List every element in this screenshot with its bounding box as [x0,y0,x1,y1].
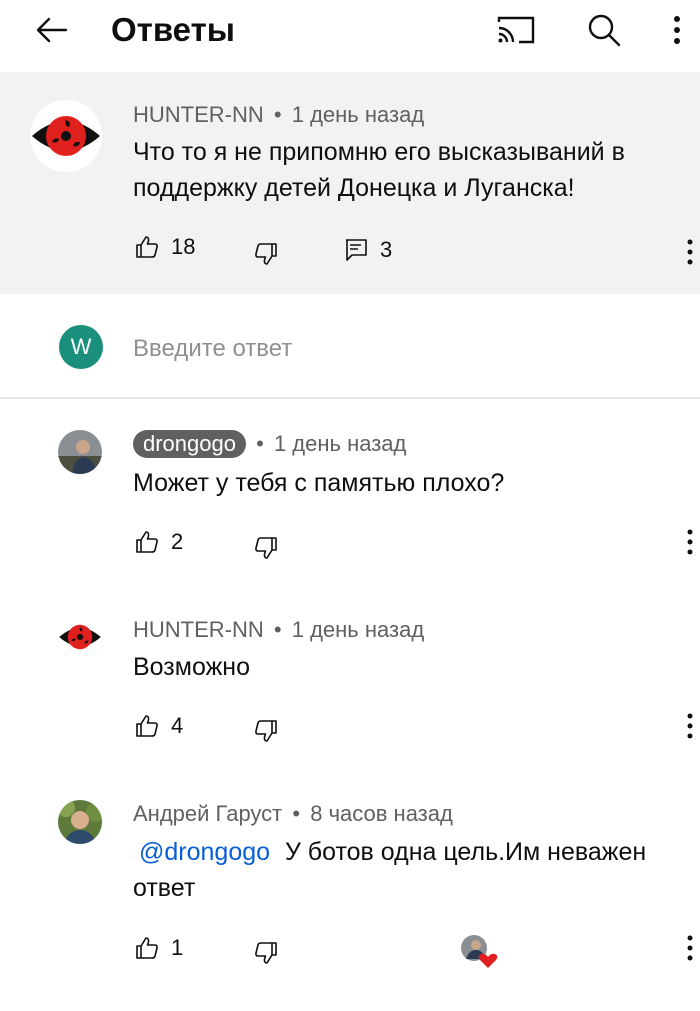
user-photo-icon [58,800,102,844]
avatar[interactable] [30,100,102,172]
page-title: Ответы [111,11,235,48]
comment-meta: HUNTER-NN • 1 день назад [133,101,424,129]
timestamp: 1 день назад [273,431,407,456]
more-vert-icon [687,529,693,555]
timestamp: 8 часов назад [310,801,453,826]
dislike-button[interactable] [254,719,278,743]
author-name[interactable]: Андрей Гаруст [133,801,282,826]
meta-separator: • [273,617,282,642]
comment-text: Может у тебя с памятью плохо? [133,469,505,497]
sharingan-avatar-icon [30,100,102,172]
thumbs-up-icon [136,236,158,258]
thumbs-up-icon [136,531,158,553]
dislike-button[interactable] [254,941,278,965]
comment-menu-button[interactable] [678,234,700,270]
author-name[interactable]: HUNTER-NN [133,617,264,642]
reply-count: 3 [380,237,393,262]
reply-item: drongogo • 1 день назад Может у тебя с п… [0,400,700,588]
timestamp: 1 день назад [291,617,425,642]
thumbs-down-icon [255,720,277,742]
dislike-button[interactable] [254,242,278,266]
thumbs-down-icon [255,942,277,964]
avatar[interactable] [58,430,102,474]
comment-text: @drongogo У ботов одна цель.Им неважен о… [133,834,693,906]
more-vert-icon [687,239,693,265]
cast-icon [497,16,535,44]
back-arrow-icon [36,17,68,43]
comment-meta: HUNTER-NN • 1 день назад [133,616,424,644]
avatar[interactable] [58,615,102,659]
meta-separator: • [292,801,301,826]
author-name[interactable]: HUNTER-NN [133,102,264,127]
search-icon [588,14,621,47]
thumbs-down-icon [255,537,277,559]
more-options-button[interactable] [654,6,700,54]
cast-button[interactable] [486,6,546,54]
comment-menu-button[interactable] [678,708,700,744]
more-vert-icon [674,16,680,44]
like-button[interactable]: 2 [135,529,183,555]
thumbs-up-icon [136,715,158,737]
comment-text: Возможно [133,653,251,681]
like-count: 4 [171,713,184,738]
reply-composer: W [0,294,700,398]
like-button[interactable]: 1 [135,935,183,961]
thumbs-up-icon [136,937,158,959]
reply-item: Андрей Гаруст • 8 часов назад @drongogo … [0,776,700,1011]
user-avatar: W [59,325,103,369]
comment-menu-button[interactable] [678,930,700,966]
like-button[interactable]: 4 [135,713,183,739]
top-app-bar: Ответы [0,0,700,72]
comment-meta: drongogo • 1 день назад [133,430,406,458]
like-count: 2 [171,529,184,554]
sharingan-avatar-icon [58,615,102,659]
mention-link[interactable]: @drongogo [139,838,270,866]
like-count: 18 [171,234,196,259]
thumbs-down-icon [255,243,277,265]
more-vert-icon [687,935,693,961]
reply-input[interactable] [133,331,653,367]
user-photo-icon [58,430,102,474]
timestamp: 1 день назад [291,102,425,127]
more-vert-icon [687,713,693,739]
comment-text: Что то я не припомню его высказываний в … [133,138,625,202]
dislike-button[interactable] [254,536,278,560]
replies-button[interactable]: 3 [344,237,392,263]
creator-heart-icon [461,935,498,968]
divider [0,397,700,399]
comment-meta: Андрей Гаруст • 8 часов назад [133,800,453,828]
meta-separator: • [256,431,264,456]
creator-heart-badge [459,933,499,969]
like-button[interactable]: 18 [135,234,195,260]
meta-separator: • [273,102,282,127]
search-button[interactable] [574,6,634,54]
author-name[interactable]: drongogo [133,430,246,458]
avatar[interactable] [58,800,102,844]
parent-comment: HUNTER-NN • 1 день назад Что то я не при… [0,72,700,294]
comment-icon [346,239,367,261]
reply-item: HUNTER-NN • 1 день назад Возможно 4 [0,588,700,776]
comment-menu-button[interactable] [678,524,700,560]
back-button[interactable] [22,6,82,54]
like-count: 1 [171,935,184,960]
